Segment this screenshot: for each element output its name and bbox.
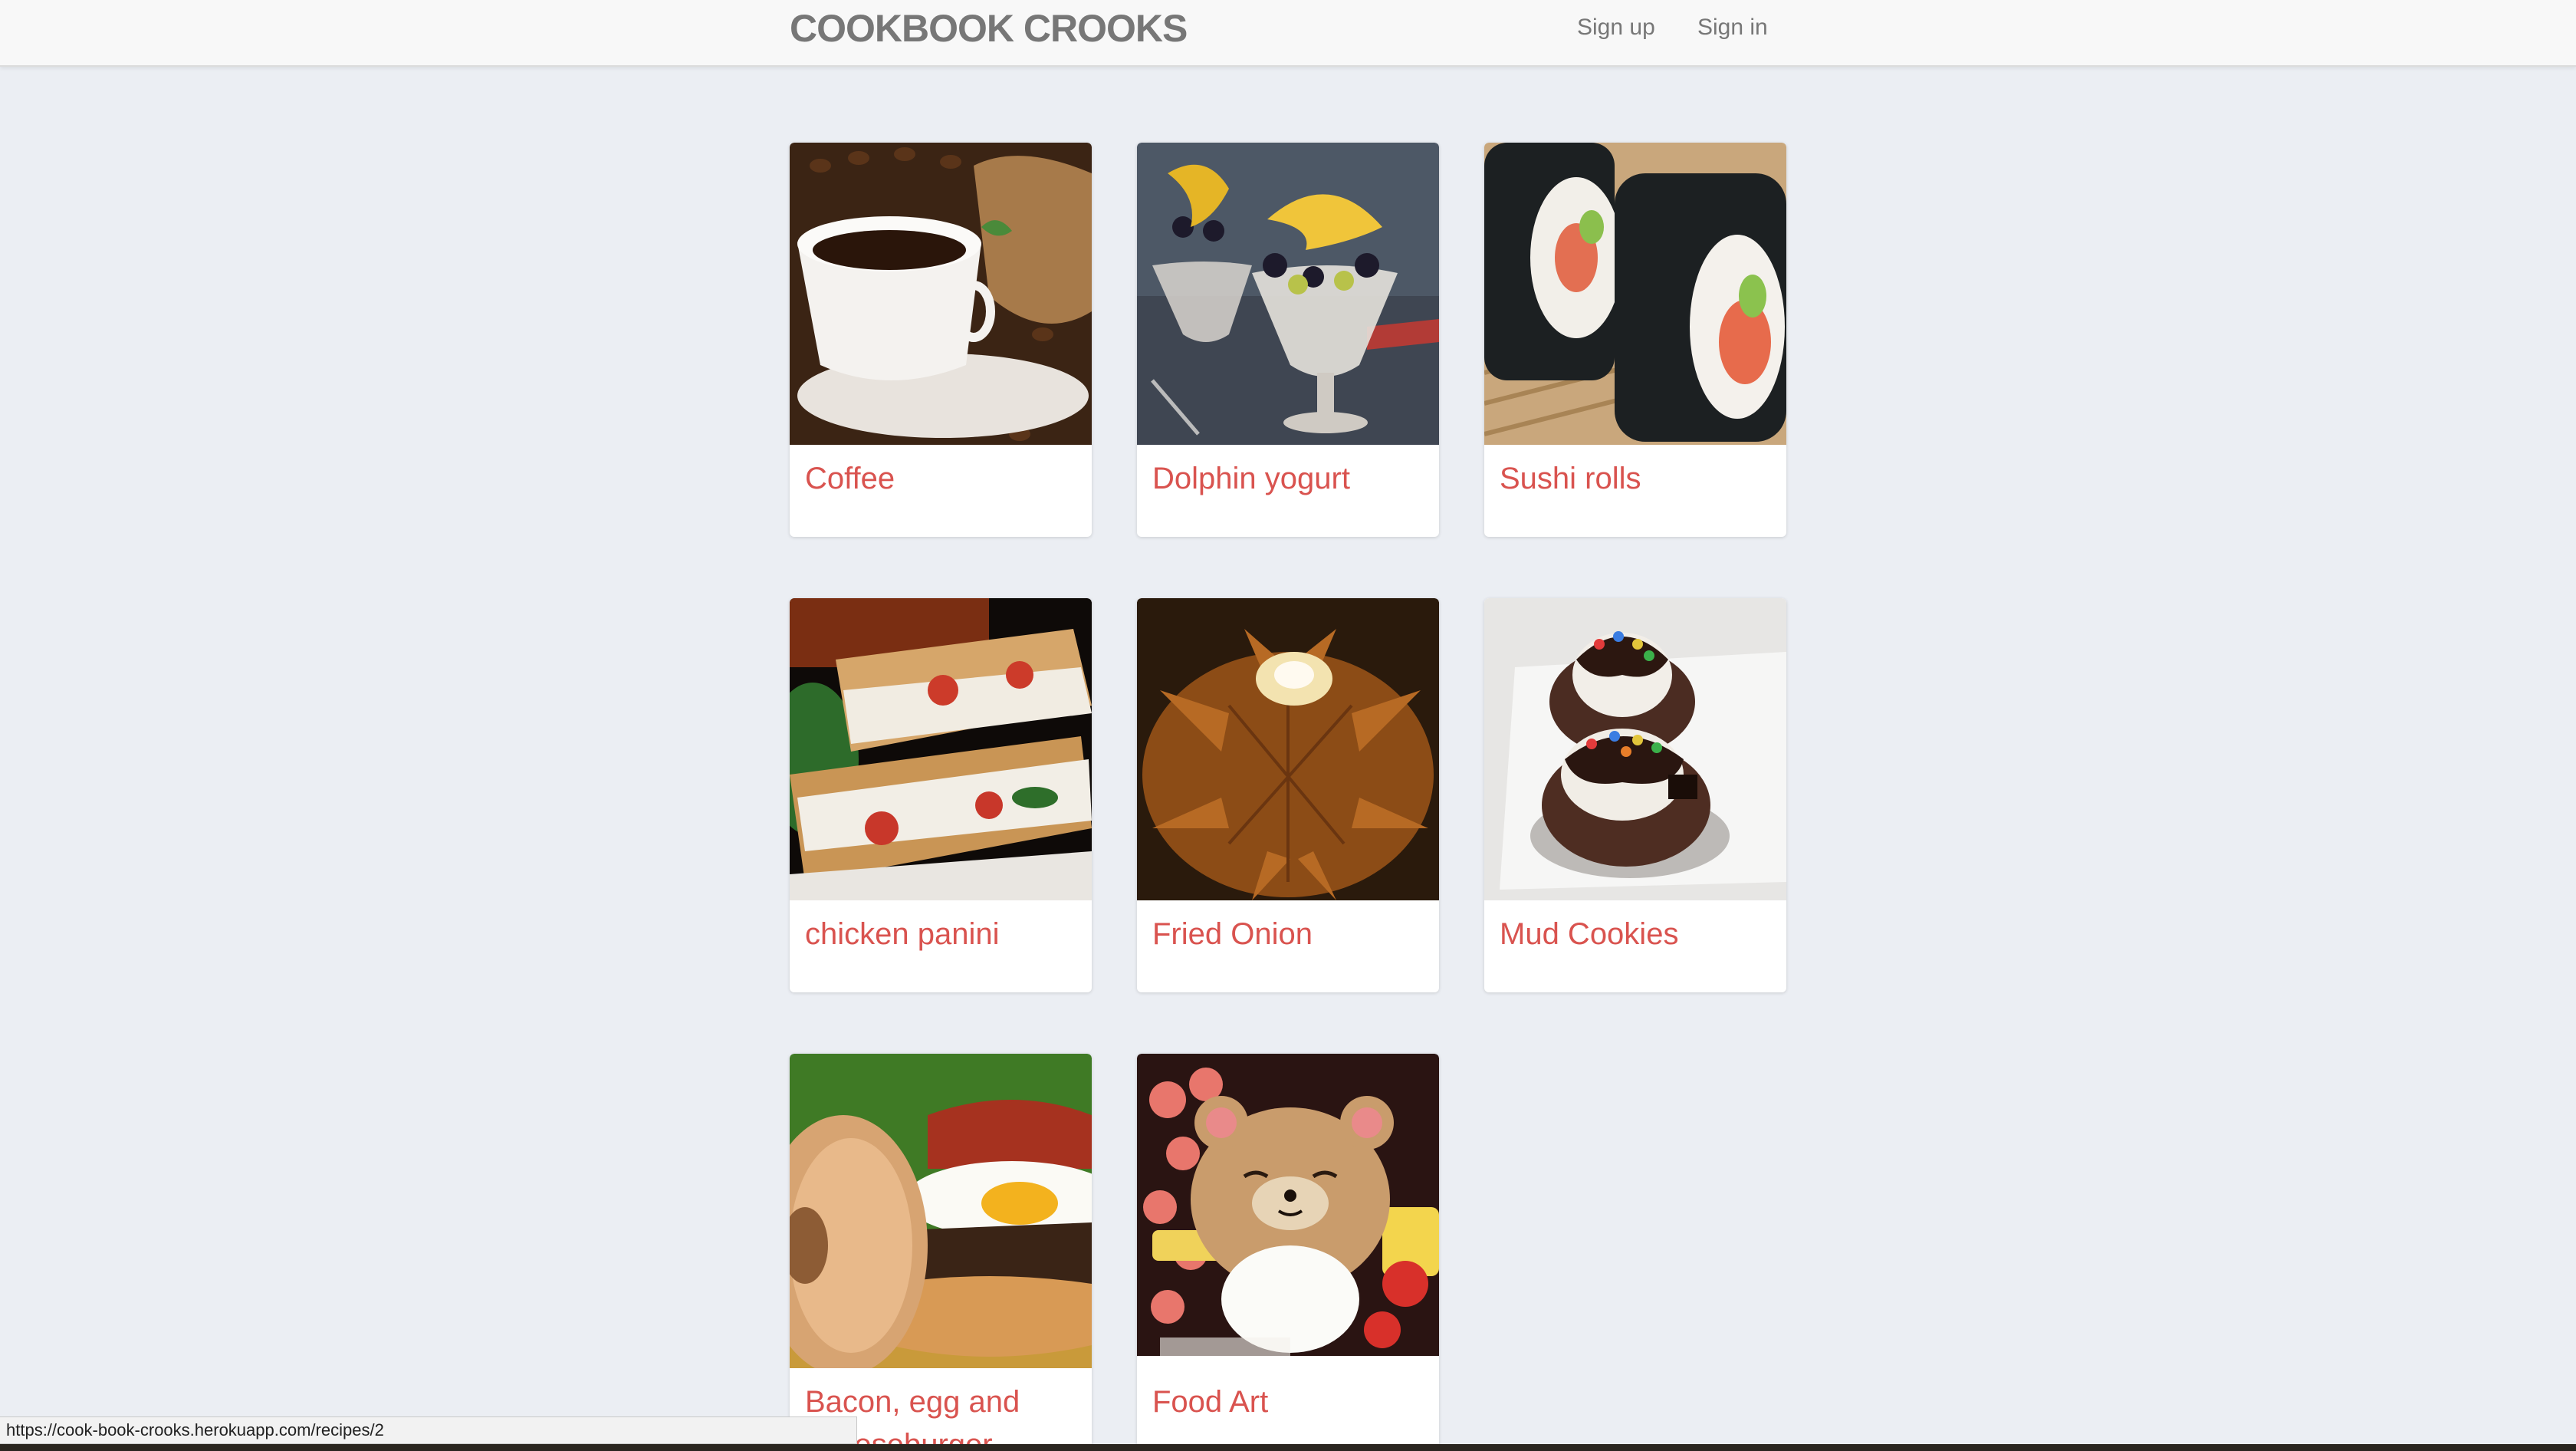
food-art-photo[interactable]: [1137, 1054, 1439, 1356]
coffee-photo[interactable]: [790, 143, 1092, 445]
brand-logo[interactable]: COOKBOOK CROOKS: [790, 8, 1188, 49]
recipe-card-mud-cookies[interactable]: Mud Cookies: [1484, 598, 1786, 992]
recipe-title[interactable]: Food Art: [1152, 1380, 1428, 1423]
recipe-card-chicken-panini[interactable]: chicken panini: [790, 598, 1092, 992]
navbar: COOKBOOK CROOKS Sign up Sign in: [0, 0, 2576, 67]
recipe-title[interactable]: Dolphin yogurt: [1152, 457, 1428, 500]
bacon-egg-burger-photo[interactable]: [790, 1054, 1092, 1368]
mud-cookies-photo[interactable]: [1484, 598, 1786, 900]
recipe-title[interactable]: Fried Onion: [1152, 913, 1428, 956]
recipe-card-food-art[interactable]: Food Art: [1137, 1054, 1439, 1448]
status-bar-url: https://cook-book-crooks.herokuapp.com/r…: [0, 1416, 857, 1444]
recipe-card-coffee[interactable]: Coffee: [790, 143, 1092, 537]
recipe-title[interactable]: Coffee: [805, 457, 1081, 500]
dolphin-yogurt-photo[interactable]: [1137, 143, 1439, 445]
chicken-panini-photo[interactable]: [790, 598, 1092, 900]
recipe-card-sushi-rolls[interactable]: Sushi rolls: [1484, 143, 1786, 537]
recipe-title[interactable]: Sushi rolls: [1500, 457, 1776, 500]
sushi-rolls-photo[interactable]: [1484, 143, 1786, 445]
recipe-title[interactable]: chicken panini: [805, 913, 1081, 956]
recipe-card-dolphin-yogurt[interactable]: Dolphin yogurt: [1137, 143, 1439, 537]
recipe-card-fried-onion[interactable]: Fried Onion: [1137, 598, 1439, 992]
fried-onion-photo[interactable]: [1137, 598, 1439, 900]
recipe-title[interactable]: Mud Cookies: [1500, 913, 1776, 956]
signin-link[interactable]: Sign in: [1697, 14, 1768, 41]
bottom-strip: [0, 1444, 2576, 1451]
signup-link[interactable]: Sign up: [1577, 14, 1655, 41]
recipe-card-bacon-egg-cheeseburger[interactable]: Bacon, egg and cheeseburger: [790, 1054, 1092, 1448]
